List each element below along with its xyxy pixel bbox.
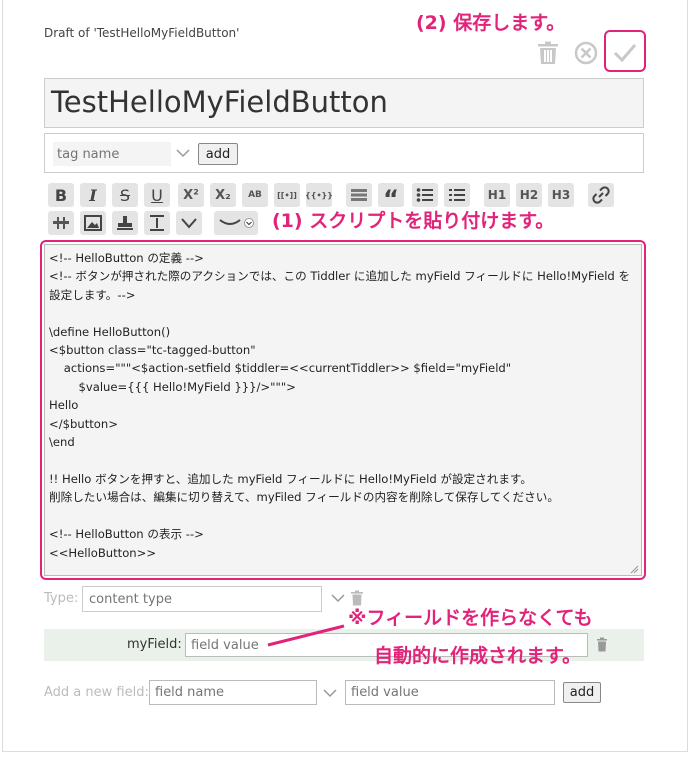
- chevron-down-icon: [181, 218, 197, 229]
- monospace-button[interactable]: [346, 183, 372, 207]
- more-button[interactable]: [176, 211, 202, 235]
- strikethrough-button[interactable]: S: [112, 183, 138, 207]
- heading-1-button[interactable]: H1: [484, 183, 510, 207]
- checkmark-icon: [613, 44, 637, 63]
- annotation-save: (2) 保存します。: [416, 12, 566, 34]
- draft-label: Draft of 'TestHelloMyFieldButton': [44, 26, 240, 40]
- size-button[interactable]: [144, 211, 170, 235]
- trash-icon: [538, 41, 558, 64]
- heading-1-icon: H1: [487, 188, 507, 202]
- picture-button[interactable]: [80, 211, 106, 235]
- annotation-script: (1) スクリプトを貼り付けます。: [272, 210, 555, 232]
- stamp-icon: [117, 216, 133, 230]
- title-input[interactable]: TestHelloMyFieldButton: [44, 78, 644, 128]
- body-textarea[interactable]: <!-- HelloButton の定義 --> <!-- ボタンが押された際の…: [44, 244, 642, 576]
- underline-icon: U: [151, 185, 163, 205]
- heading-3-icon: H3: [551, 188, 571, 202]
- add-field-button[interactable]: add: [563, 682, 601, 703]
- bold-icon: B: [54, 185, 68, 205]
- new-field-name-input[interactable]: [149, 680, 317, 705]
- save-tiddler-button[interactable]: [609, 36, 641, 68]
- superscript-button[interactable]: X²: [178, 183, 204, 207]
- quote-button[interactable]: “: [378, 183, 404, 211]
- chevron-down-icon[interactable]: [330, 590, 346, 606]
- annotation-field-line2: 自動的に作成されます。: [374, 645, 582, 667]
- superscript-icon: X²: [183, 187, 199, 203]
- chevron-down-icon[interactable]: [175, 145, 191, 161]
- excise-icon: [53, 217, 69, 229]
- smallcaps-button[interactable]: AB: [242, 183, 268, 207]
- cancel-icon: [574, 41, 598, 65]
- link-icon: [[•]]: [277, 190, 297, 200]
- delete-tiddler-button[interactable]: [536, 40, 560, 66]
- content-type-input[interactable]: [82, 586, 322, 612]
- bold-button[interactable]: B: [48, 183, 74, 207]
- smallcaps-icon: AB: [248, 190, 262, 200]
- trash-icon[interactable]: [596, 637, 608, 652]
- annotation-field-line1: ※フィールドを作らなくても: [348, 607, 593, 629]
- bullet-list-icon: [416, 188, 433, 202]
- subscript-button[interactable]: X₂: [210, 183, 236, 207]
- tag-editor: add: [44, 133, 644, 173]
- transclude-icon: {{•}}: [305, 190, 333, 200]
- new-field-value-input[interactable]: [345, 680, 555, 705]
- heading-3-button[interactable]: H3: [548, 183, 574, 207]
- number-list-button[interactable]: [444, 183, 470, 207]
- chevron-down-icon[interactable]: [322, 685, 338, 701]
- italic-button[interactable]: I: [80, 183, 106, 207]
- link-button[interactable]: [[•]]: [274, 183, 300, 207]
- number-list-icon: [449, 189, 465, 201]
- new-field-label: Add a new field:: [44, 685, 149, 700]
- strikethrough-icon: S: [119, 185, 131, 205]
- field-name-label: myField:: [127, 637, 182, 652]
- eye-closed-icon: [219, 219, 241, 225]
- chain-link-icon: [592, 186, 610, 204]
- excise-button[interactable]: [48, 211, 74, 235]
- transclude-button[interactable]: {{•}}: [305, 183, 333, 207]
- italic-icon: I: [89, 185, 97, 205]
- monospace-icon: [351, 189, 367, 201]
- tag-name-input[interactable]: [53, 142, 171, 166]
- bullet-list-button[interactable]: [412, 183, 438, 207]
- resize-handle-icon[interactable]: [630, 565, 639, 574]
- subscript-icon: X₂: [215, 187, 231, 203]
- stamp-button[interactable]: [112, 211, 138, 235]
- link-chain-button[interactable]: [588, 183, 614, 207]
- underline-button[interactable]: U: [144, 183, 170, 207]
- preview-toggle-button[interactable]: [214, 211, 258, 235]
- picture-icon: [84, 215, 102, 231]
- add-tag-button[interactable]: add: [198, 143, 238, 165]
- resize-icon: [150, 215, 164, 231]
- cancel-edit-button[interactable]: [573, 40, 599, 66]
- heading-2-icon: H2: [519, 188, 539, 202]
- type-label: Type:: [44, 591, 79, 606]
- chevron-down-icon: [244, 218, 254, 228]
- heading-2-button[interactable]: H2: [516, 183, 542, 207]
